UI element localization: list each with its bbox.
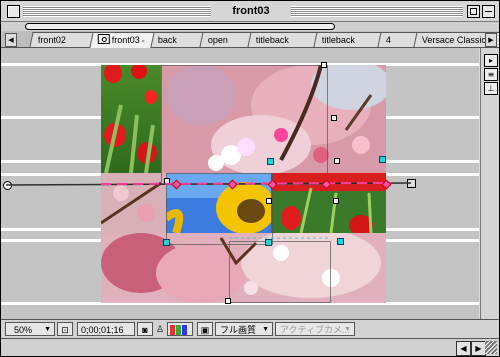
arrow-left-icon[interactable]: ◀ — [456, 341, 471, 356]
title-stripes-left — [23, 6, 213, 17]
title-stripes-right — [291, 6, 463, 17]
current-time-display[interactable]: 0;00;01;16 — [77, 322, 135, 336]
flowchart-icon[interactable]: ⊥ — [484, 82, 498, 95]
region-of-interest-icon[interactable]: ⊡ — [57, 322, 73, 336]
tab-label: open — [207, 35, 228, 45]
right-panel: ▸ ≡ ⊥ — [480, 48, 499, 319]
tab-titleback-2[interactable]: titleback — [313, 32, 385, 47]
window-title: front03 — [211, 5, 291, 17]
channel-icon[interactable] — [167, 322, 193, 336]
composition-window: front03 front02 front03 ▫ back open title… — [0, 0, 500, 357]
grow-box-icon[interactable] — [485, 341, 497, 354]
close-box-icon[interactable] — [7, 5, 20, 18]
tab-label: titleback — [321, 35, 355, 45]
tab-front03[interactable]: front03 ▫ — [89, 32, 155, 48]
panel-menu-icon[interactable]: ≡ — [484, 68, 498, 81]
tab-label: front02 — [37, 35, 66, 45]
horizontal-scrollbar[interactable]: ◀ ▶ — [1, 338, 499, 356]
arrow-right-icon[interactable]: ▶ — [471, 341, 486, 356]
comp-menu-icon[interactable]: ▸ — [484, 54, 498, 67]
time-ruler — [1, 22, 499, 31]
snapshot-icon[interactable]: ◙ — [137, 322, 153, 336]
tab-label: 4 — [385, 35, 391, 45]
tab-back[interactable]: back — [149, 32, 205, 47]
time-navigator-bar[interactable] — [25, 23, 335, 30]
toggle-transparency-icon[interactable]: ▣ — [197, 322, 213, 336]
zoom-dropdown[interactable]: 50% — [5, 322, 55, 336]
tab-scroll-right-icon[interactable]: ▶ — [485, 33, 497, 47]
tab-open[interactable]: open — [199, 32, 253, 47]
tab-titleback-1[interactable]: titleback — [247, 32, 319, 47]
title-bar[interactable]: front03 — [1, 1, 499, 22]
tab-scroll-left-icon[interactable]: ◀ — [5, 33, 17, 47]
tab-label: back — [157, 35, 177, 45]
tab-label: titleback — [255, 35, 289, 45]
collapse-box-icon[interactable] — [482, 5, 495, 18]
composition-viewer[interactable] — [1, 48, 479, 319]
zoom-box-icon[interactable] — [467, 5, 480, 18]
motion-path[interactable] — [1, 48, 479, 319]
tab-label: front03 — [111, 35, 140, 45]
resolution-dropdown[interactable]: フル画質 — [215, 322, 273, 336]
composition-tabs: front02 front03 ▫ back open titleback tit… — [1, 31, 499, 48]
viewer-status-bar: 50% ⊡ 0;00;01;16 ◙ ♙ ▣ フル画質 アクティブカメ... — [1, 319, 499, 339]
camera-icon — [97, 34, 110, 44]
tab-menu-icon[interactable]: ▫ — [142, 38, 144, 45]
user-icon[interactable]: ♙ — [155, 322, 165, 336]
active-camera-dropdown[interactable]: アクティブカメ... — [275, 322, 355, 336]
tab-front02[interactable]: front02 — [29, 32, 97, 47]
